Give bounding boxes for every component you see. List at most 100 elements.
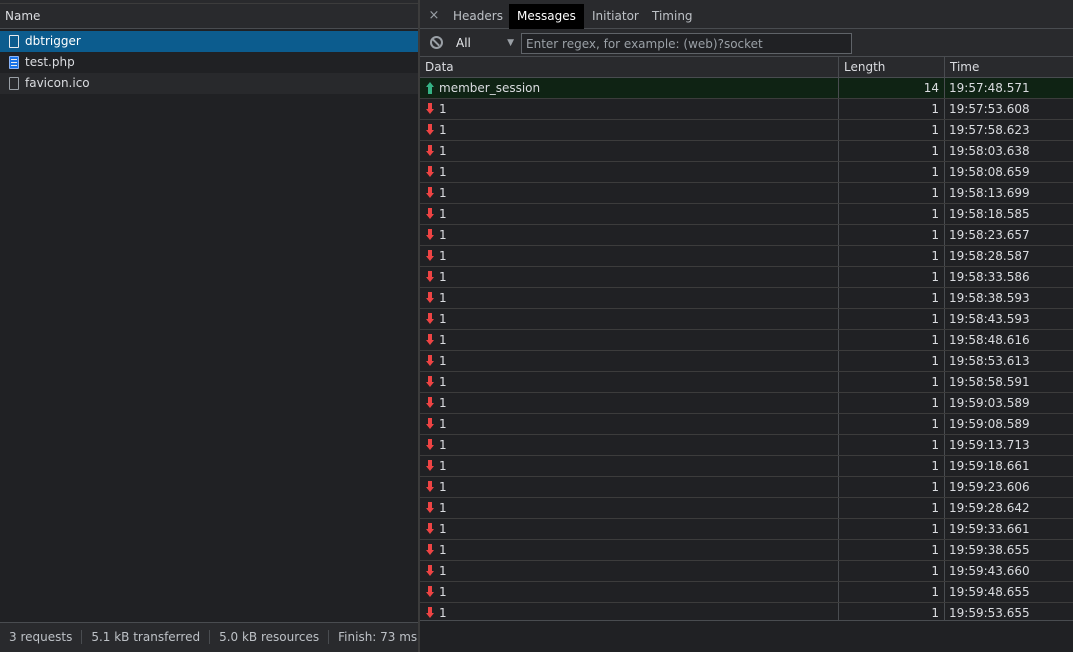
column-header-length[interactable]: Length	[838, 57, 944, 78]
message-row[interactable]: 1 1 19:57:53.608	[420, 99, 1073, 120]
message-row[interactable]: 1 1 19:57:58.623	[420, 120, 1073, 141]
message-time-cell: 19:59:48.655	[944, 582, 1073, 602]
message-row[interactable]: 1 1 19:58:28.587	[420, 246, 1073, 267]
arrow-down-icon	[426, 145, 434, 157]
message-row[interactable]: 1 1 19:59:03.589	[420, 393, 1073, 414]
arrow-down-icon	[426, 418, 434, 430]
requests-panel: Name dbtrigger test.php favicon.ico 3 re…	[0, 0, 418, 652]
request-row-test-php[interactable]: test.php	[0, 52, 418, 73]
request-details-panel: × Headers Messages Initiator Timing All …	[420, 0, 1073, 652]
message-data-text: 1	[439, 270, 447, 284]
message-row[interactable]: 1 1 19:58:53.613	[420, 351, 1073, 372]
message-length-cell: 1	[838, 435, 944, 455]
tab-initiator[interactable]: Initiator	[584, 4, 647, 29]
message-row[interactable]: member_session 14 19:57:48.571	[420, 78, 1073, 99]
message-row[interactable]: 1 1 19:58:43.593	[420, 309, 1073, 330]
message-row[interactable]: 1 1 19:58:58.591	[420, 372, 1073, 393]
message-row[interactable]: 1 1 19:59:43.660	[420, 561, 1073, 582]
message-time-cell: 19:58:48.616	[944, 330, 1073, 350]
messages-table-body: member_session 14 19:57:48.571 1 1 19:57:53.6…	[420, 78, 1073, 624]
message-length-cell: 1	[838, 162, 944, 182]
message-row[interactable]: 1 1 19:58:03.638	[420, 141, 1073, 162]
message-time-cell: 19:59:08.589	[944, 414, 1073, 434]
message-row[interactable]: 1 1 19:58:38.593	[420, 288, 1073, 309]
message-data-cell: 1	[420, 183, 838, 203]
message-row[interactable]: 1 1 19:59:48.655	[420, 582, 1073, 603]
message-row[interactable]: 1 1 19:59:38.655	[420, 540, 1073, 561]
arrow-down-icon	[426, 481, 434, 493]
tab-timing[interactable]: Timing	[644, 4, 701, 29]
websocket-file-icon	[9, 35, 19, 48]
arrow-down-icon	[426, 229, 434, 241]
message-type-select[interactable]: All ▼	[456, 34, 514, 52]
message-data-cell: 1	[420, 582, 838, 602]
message-row[interactable]: 1 1 19:59:08.589	[420, 414, 1073, 435]
message-data-text: 1	[439, 501, 447, 515]
message-data-text: 1	[439, 249, 447, 263]
message-row[interactable]: 1 1 19:59:18.661	[420, 456, 1073, 477]
message-data-cell: 1	[420, 351, 838, 371]
column-header-data[interactable]: Data	[420, 57, 838, 78]
message-row[interactable]: 1 1 19:58:08.659	[420, 162, 1073, 183]
request-name: favicon.ico	[25, 76, 90, 90]
message-data-cell: 1	[420, 288, 838, 308]
message-length-cell: 1	[838, 99, 944, 119]
message-data-text: 1	[439, 585, 447, 599]
arrow-down-icon	[426, 397, 434, 409]
message-length-cell: 1	[838, 246, 944, 266]
message-length-cell: 1	[838, 267, 944, 287]
request-row-favicon[interactable]: favicon.ico	[0, 73, 418, 94]
request-row-dbtrigger[interactable]: dbtrigger	[0, 31, 418, 52]
message-row[interactable]: 1 1 19:58:48.616	[420, 330, 1073, 351]
message-time-cell: 19:59:28.642	[944, 498, 1073, 518]
message-time-cell: 19:58:08.659	[944, 162, 1073, 182]
message-row[interactable]: 1 1 19:59:13.713	[420, 435, 1073, 456]
message-data-cell: 1	[420, 330, 838, 350]
requests-count: 3 requests	[0, 630, 83, 644]
message-data-cell: 1	[420, 540, 838, 560]
message-row[interactable]: 1 1 19:58:23.657	[420, 225, 1073, 246]
message-data-cell: 1	[420, 519, 838, 539]
message-data-text: 1	[439, 417, 447, 431]
message-time-cell: 19:57:58.623	[944, 120, 1073, 140]
close-icon[interactable]: ×	[428, 4, 440, 28]
column-header-time[interactable]: Time	[944, 57, 1073, 78]
message-data-cell: 1	[420, 456, 838, 476]
arrow-up-icon	[426, 82, 434, 94]
message-data-text: 1	[439, 123, 447, 137]
message-data-cell: 1	[420, 99, 838, 119]
message-data-text: 1	[439, 396, 447, 410]
message-row[interactable]: 1 1 19:59:23.606	[420, 477, 1073, 498]
message-time-cell: 19:58:28.587	[944, 246, 1073, 266]
message-time-cell: 19:58:18.585	[944, 204, 1073, 224]
message-data-text: 1	[439, 375, 447, 389]
arrow-down-icon	[426, 124, 434, 136]
message-data-text: 1	[439, 480, 447, 494]
message-type-value: All	[456, 36, 471, 50]
arrow-down-icon	[426, 376, 434, 388]
request-name: dbtrigger	[25, 34, 81, 48]
name-column-header[interactable]: Name	[0, 4, 418, 29]
message-data-cell: 1	[420, 477, 838, 497]
message-time-cell: 19:59:18.661	[944, 456, 1073, 476]
message-data-text: 1	[439, 438, 447, 452]
message-length-cell: 1	[838, 582, 944, 602]
message-data-cell: 1	[420, 246, 838, 266]
message-time-cell: 19:59:13.713	[944, 435, 1073, 455]
message-time-cell: 19:59:03.589	[944, 393, 1073, 413]
message-row[interactable]: 1 1 19:58:13.699	[420, 183, 1073, 204]
message-row[interactable]: 1 1 19:59:28.642	[420, 498, 1073, 519]
tab-headers[interactable]: Headers	[445, 4, 511, 29]
regex-filter-input[interactable]	[521, 33, 852, 54]
document-file-icon	[9, 56, 19, 69]
message-row[interactable]: 1 1 19:58:18.585	[420, 204, 1073, 225]
tab-messages[interactable]: Messages	[509, 4, 584, 29]
network-status-bar: 3 requests 5.1 kB transferred 5.0 kB resou…	[0, 622, 418, 652]
message-row[interactable]: 1 1 19:59:33.661	[420, 519, 1073, 540]
message-data-text: 1	[439, 543, 447, 557]
arrow-down-icon	[426, 334, 434, 346]
arrow-down-icon	[426, 103, 434, 115]
message-row[interactable]: 1 1 19:58:33.586	[420, 267, 1073, 288]
file-icon	[9, 77, 19, 90]
clear-messages-icon[interactable]	[430, 36, 443, 49]
